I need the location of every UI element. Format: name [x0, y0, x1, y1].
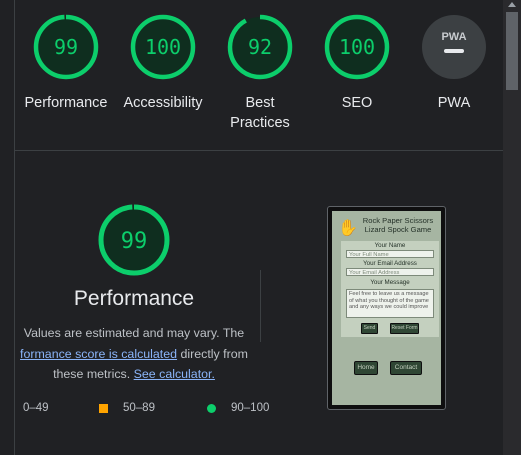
- gauge-score: 92: [248, 35, 272, 59]
- gauge-performance-ring: 99: [33, 14, 99, 80]
- gauge-accessibility[interactable]: 100 Accessibility: [113, 13, 213, 113]
- scroll-up-arrow-icon[interactable]: [508, 2, 516, 7]
- gauge-label: PWA: [437, 95, 471, 111]
- performance-note: Values are estimated and may vary. The f…: [15, 323, 253, 385]
- average-square-icon: [99, 404, 108, 413]
- gauge-accessibility-ring: 100: [130, 14, 196, 80]
- pwa-badge-text: PWA: [441, 31, 466, 43]
- performance-detail-title: Performance: [73, 287, 195, 310]
- legend-pass-range: 90–100: [231, 402, 270, 414]
- gauge-best-practices[interactable]: 92 Best Practices: [210, 13, 310, 133]
- note-text-1: Values are estimated and may vary. The: [23, 326, 245, 340]
- legend-fail-range: 0–49: [23, 402, 49, 414]
- hand-logo-icon: ✋: [338, 220, 358, 237]
- preview-email-label: Your Email Address: [363, 260, 417, 267]
- gauge-best-practices-ring: 92: [227, 14, 293, 80]
- legend-pass: 90–100: [207, 402, 269, 414]
- gauge-score: 99: [54, 35, 78, 59]
- performance-detail-gauge: 99: [98, 204, 170, 276]
- page-screenshot-thumbnail[interactable]: ✋ Rock Paper Scissors Lizard Spock Game …: [327, 206, 446, 410]
- gauge-label: Accessibility: [123, 95, 203, 111]
- pass-circle-icon: [207, 404, 216, 413]
- preview-message-label: Your Message: [370, 279, 410, 286]
- gauge-score: 100: [339, 35, 375, 59]
- gauge-score: 100: [145, 35, 181, 59]
- section-divider: [15, 150, 503, 151]
- panel-left-border: [14, 0, 15, 455]
- gauge-label: Best Practices: [230, 95, 290, 131]
- preview-send-button: Send: [361, 323, 378, 334]
- preview-name-input: Your Full Name: [346, 250, 434, 258]
- see-calculator-link[interactable]: See calculator.: [134, 367, 215, 381]
- preview-title: Rock Paper Scissors Lizard Spock Game: [362, 216, 434, 234]
- preview-screen: ✋ Rock Paper Scissors Lizard Spock Game …: [332, 211, 441, 405]
- score-calculated-link[interactable]: formance score is calculated: [20, 347, 177, 361]
- vertical-separator: [260, 270, 261, 342]
- gauge-seo-ring: 100: [324, 14, 390, 80]
- legend-average: 50–89: [99, 402, 155, 414]
- gauge-pwa[interactable]: PWA PWA: [404, 13, 504, 113]
- scrollbar-thumb[interactable]: [506, 12, 518, 90]
- preview-reset-button: Reset Form: [390, 323, 419, 334]
- preview-home-button: Home: [354, 361, 378, 375]
- gauge-performance[interactable]: 99 Performance: [16, 13, 116, 113]
- gauge-label: Performance: [24, 95, 108, 111]
- preview-contact-button: Contact: [390, 361, 422, 375]
- gauge-label: SEO: [341, 95, 373, 111]
- preview-name-label: Your Name: [374, 242, 406, 249]
- performance-detail-score: 99: [121, 229, 148, 254]
- pwa-badge-icon: PWA: [422, 15, 486, 79]
- preview-message-input: Feel free to leave us a message of what …: [346, 289, 434, 318]
- legend-average-range: 50–89: [123, 402, 155, 414]
- legend-fail: 0–49: [23, 402, 49, 414]
- scrollbar[interactable]: [503, 0, 521, 455]
- preview-email-input: Your Email Address: [346, 268, 434, 276]
- preview-contact-form: Your Name Your Full Name Your Email Addr…: [341, 241, 439, 337]
- gauge-seo[interactable]: 100 SEO: [307, 13, 407, 113]
